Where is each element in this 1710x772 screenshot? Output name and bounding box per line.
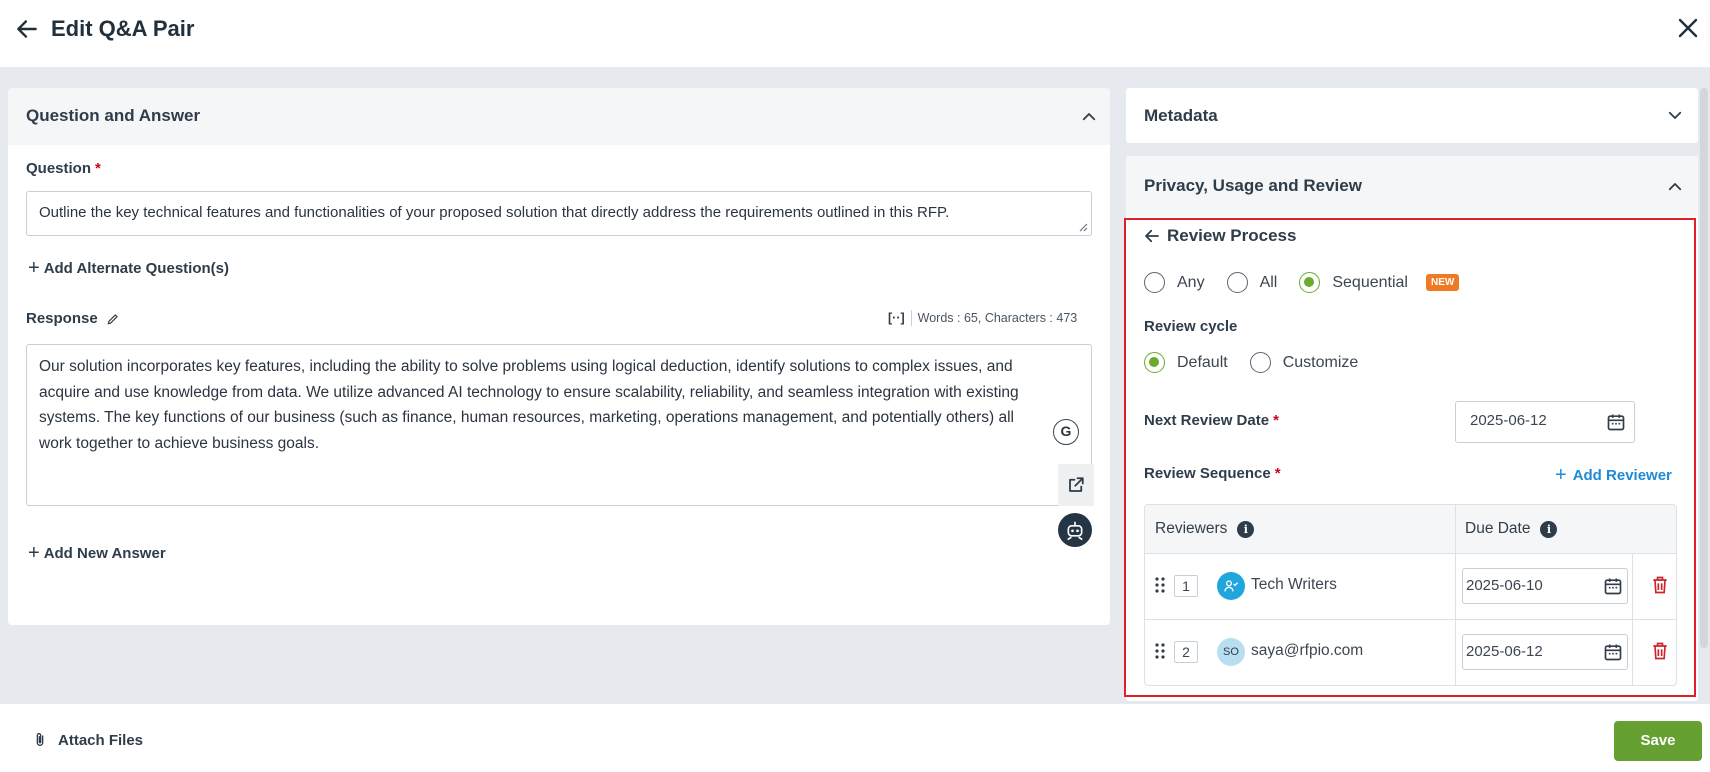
grammar-check-button[interactable]: G bbox=[1053, 419, 1079, 445]
radio-circle-selected bbox=[1299, 272, 1321, 293]
required-mark: * bbox=[95, 160, 101, 177]
metadata-title: Metadata bbox=[1144, 106, 1218, 125]
question-field[interactable]: Outline the key technical features and f… bbox=[26, 191, 1092, 236]
sequence-number[interactable]: 2 bbox=[1174, 641, 1198, 663]
scrollbar[interactable] bbox=[1700, 88, 1708, 648]
privacy-header[interactable]: Privacy, Usage and Review bbox=[1126, 156, 1698, 217]
table-header: Reviewers i Due Date i bbox=[1145, 505, 1676, 554]
review-cycle-group: Default Customize bbox=[1144, 352, 1380, 373]
attach-files-button[interactable]: Attach Files bbox=[32, 730, 143, 750]
qa-panel-header[interactable]: Question and Answer bbox=[8, 88, 1110, 145]
calendar-icon[interactable] bbox=[1603, 642, 1623, 662]
radio-default[interactable]: Default bbox=[1144, 352, 1228, 373]
add-reviewer-button[interactable]: + Add Reviewer bbox=[1555, 465, 1672, 485]
reviewer-name: saya@rfpio.com bbox=[1251, 642, 1364, 659]
arrow-left-icon[interactable] bbox=[14, 16, 40, 42]
calendar-icon[interactable] bbox=[1606, 412, 1626, 432]
response-tools: [··] Words : 65, Characters : 473 bbox=[888, 310, 1077, 326]
group-icon bbox=[1217, 572, 1245, 600]
expand-brackets-icon[interactable]: [··] bbox=[888, 311, 905, 325]
radio-circle bbox=[1226, 272, 1248, 293]
word-count: Words : 65, Characters : 473 bbox=[917, 311, 1078, 325]
page-title: Edit Q&A Pair bbox=[51, 16, 195, 41]
review-cycle-label: Review cycle bbox=[1144, 318, 1238, 335]
question-label: Question * bbox=[26, 160, 101, 177]
drag-handle-icon[interactable] bbox=[1155, 577, 1165, 593]
new-badge: NEW bbox=[1425, 274, 1460, 291]
external-link-icon bbox=[1069, 477, 1084, 492]
radio-circle bbox=[1249, 352, 1271, 373]
trash-icon[interactable] bbox=[1650, 574, 1670, 596]
footer-bar: Attach Files Save bbox=[0, 704, 1710, 772]
review-sequence-label: Review Sequence * bbox=[1144, 465, 1281, 482]
due-date-input[interactable]: 2025-06-10 bbox=[1462, 568, 1628, 604]
arrow-left-icon bbox=[1145, 229, 1159, 243]
col-due-date: Due Date i bbox=[1465, 520, 1558, 538]
save-button[interactable]: Save bbox=[1614, 721, 1702, 761]
open-external-button[interactable] bbox=[1058, 464, 1094, 506]
review-mode-group: Any All Sequential NEW bbox=[1144, 272, 1481, 293]
add-alternate-question-button[interactable]: + Add Alternate Question(s) bbox=[28, 258, 229, 278]
next-review-date-input[interactable]: 2025-06-12 bbox=[1455, 401, 1635, 443]
avatar: SO bbox=[1217, 638, 1245, 666]
sequence-number[interactable]: 1 bbox=[1174, 575, 1198, 597]
info-icon[interactable]: i bbox=[1237, 520, 1255, 538]
resize-grip-icon[interactable] bbox=[1078, 222, 1088, 232]
next-review-date-label: Next Review Date * bbox=[1144, 412, 1279, 429]
table-row: 2 SO saya@rfpio.com 2025-06-12 bbox=[1145, 620, 1676, 685]
radio-circle-selected bbox=[1144, 352, 1165, 373]
pencil-icon[interactable] bbox=[106, 312, 120, 326]
plus-icon: + bbox=[28, 257, 40, 279]
question-answer-panel: Question and Answer Question * Outline th… bbox=[8, 88, 1110, 625]
response-label: Response bbox=[26, 310, 120, 327]
chevron-up-icon[interactable] bbox=[1080, 108, 1098, 126]
paperclip-icon bbox=[36, 733, 44, 746]
calendar-icon[interactable] bbox=[1603, 576, 1623, 596]
radio-circle bbox=[1144, 272, 1165, 293]
close-icon[interactable] bbox=[1676, 16, 1700, 40]
info-icon[interactable]: i bbox=[1540, 520, 1558, 538]
question-text: Outline the key technical features and f… bbox=[39, 204, 950, 221]
due-date-value: 2025-06-10 bbox=[1466, 577, 1543, 594]
review-process-title: Review Process bbox=[1167, 226, 1297, 245]
review-process-back[interactable]: Review Process bbox=[1143, 226, 1296, 246]
response-editor[interactable]: Our solution incorporates key features, … bbox=[26, 344, 1092, 506]
qa-panel-title: Question and Answer bbox=[26, 106, 201, 125]
plus-icon: + bbox=[28, 542, 40, 564]
radio-all[interactable]: All bbox=[1226, 272, 1277, 293]
drag-handle-icon[interactable] bbox=[1155, 643, 1165, 659]
table-row: 1 Tech Writers 2025-06-10 bbox=[1145, 554, 1676, 620]
top-bar: Edit Q&A Pair bbox=[0, 0, 1710, 67]
reviewers-table: Reviewers i Due Date i 1 Tech Writers 2025… bbox=[1144, 504, 1677, 686]
next-review-date-value: 2025-06-12 bbox=[1470, 412, 1547, 429]
radio-sequential[interactable]: Sequential NEW bbox=[1299, 272, 1460, 293]
response-text: Our solution incorporates key features, … bbox=[39, 358, 1019, 452]
ai-assistant-button[interactable] bbox=[1058, 513, 1092, 547]
metadata-section[interactable]: Metadata bbox=[1126, 88, 1698, 143]
privacy-title: Privacy, Usage and Review bbox=[1144, 176, 1362, 195]
chevron-down-icon[interactable] bbox=[1666, 106, 1684, 124]
plus-icon: + bbox=[1555, 464, 1567, 486]
chevron-up-icon[interactable] bbox=[1666, 178, 1684, 196]
add-new-answer-button[interactable]: + Add New Answer bbox=[28, 543, 166, 563]
radio-customize[interactable]: Customize bbox=[1249, 352, 1358, 373]
robot-icon bbox=[1067, 521, 1083, 540]
col-reviewers: Reviewers i bbox=[1155, 520, 1255, 538]
radio-any[interactable]: Any bbox=[1144, 272, 1205, 293]
trash-icon[interactable] bbox=[1650, 640, 1670, 662]
due-date-value: 2025-06-12 bbox=[1466, 643, 1543, 660]
reviewer-name: Tech Writers bbox=[1251, 576, 1337, 593]
due-date-input[interactable]: 2025-06-12 bbox=[1462, 634, 1628, 670]
